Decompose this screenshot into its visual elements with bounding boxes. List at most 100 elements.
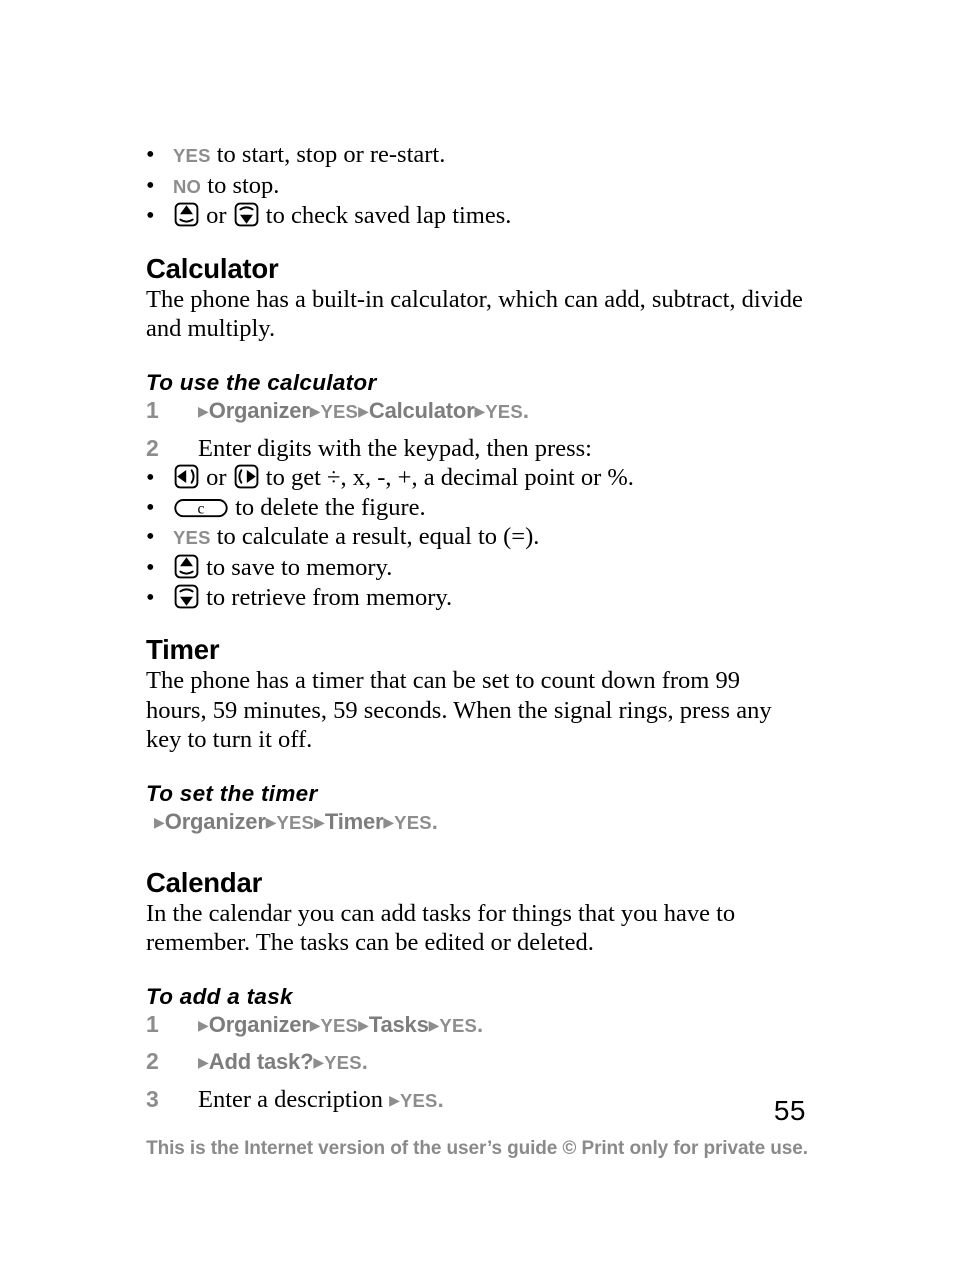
- svg-text:c: c: [198, 500, 205, 517]
- step-menu-path: ▶Organizer▶YES▶Tasks▶YES.: [198, 1010, 806, 1048]
- menu-item-add-task[interactable]: Add task?: [209, 1049, 314, 1074]
- procedure-title-use-calculator: To use the calculator: [146, 369, 377, 395]
- bullet-marker: •: [146, 583, 155, 611]
- bullet-marker: •: [146, 141, 155, 168]
- menu-item-tasks[interactable]: Tasks: [369, 1012, 429, 1037]
- key-down-icon: [234, 202, 259, 227]
- path-arrow-icon: ▶: [198, 403, 209, 420]
- path-arrow-icon: ▶: [309, 403, 321, 420]
- list-item: • c to delete the figure.: [146, 493, 806, 523]
- procedure-title-set-timer: To set the timer: [146, 780, 318, 806]
- calculator-key-bullet-list: • or to get ÷, x, -, +, a decimal point …: [146, 463, 806, 612]
- path-period: .: [361, 1049, 368, 1075]
- bullet-marker: •: [146, 171, 155, 199]
- key-down-icon: [174, 584, 199, 609]
- step-number: 2: [146, 1048, 159, 1075]
- key-label-yes[interactable]: YES: [394, 812, 432, 833]
- path-arrow-icon: ▶: [428, 1017, 440, 1034]
- menu-item-organizer[interactable]: Organizer: [209, 398, 310, 423]
- list-item: • or to get ÷, x, -, +, a decimal point …: [146, 463, 806, 493]
- bullet-marker: •: [146, 202, 155, 230]
- list-item: • YES to start, stop or re-start.: [146, 140, 806, 171]
- path-arrow-icon: ▶: [358, 1017, 369, 1034]
- key-label-yes[interactable]: YES: [320, 401, 358, 422]
- key-label-yes[interactable]: YES: [439, 1015, 477, 1036]
- key-label-yes[interactable]: YES: [320, 1015, 358, 1036]
- bullet-description: to start, stop or re-start.: [210, 141, 446, 168]
- path-arrow-icon: ▶: [198, 1017, 209, 1034]
- procedure-steps-use-calculator: 1 ▶Organizer▶YES▶Calculator▶YES. 2 Enter…: [146, 396, 806, 463]
- section-title-timer: Timer: [146, 634, 220, 666]
- bullet-description: to delete the figure.: [229, 493, 426, 521]
- step-number: 2: [146, 434, 159, 461]
- list-item: • NO to stop.: [146, 171, 806, 202]
- procedure-steps-set-timer: ▶Organizer▶YES▶Timer▶YES.: [146, 807, 806, 845]
- bullet-text: c to delete the figure.: [173, 493, 806, 523]
- bullet-description: to retrieve from memory.: [200, 583, 453, 611]
- key-label-yes: YES: [173, 145, 211, 166]
- step-text: Enter digits with the keypad, then press…: [198, 434, 592, 462]
- page-number: 55: [773, 1095, 806, 1126]
- key-label-yes[interactable]: YES: [324, 1052, 362, 1073]
- page-content: • YES to start, stop or re-start. • NO t…: [146, 140, 806, 1118]
- step-row: ▶Organizer▶YES▶Timer▶YES.: [146, 807, 806, 845]
- menu-item-calculator[interactable]: Calculator: [369, 398, 475, 423]
- bullet-text: to retrieve from memory.: [173, 583, 806, 613]
- path-period: .: [522, 397, 529, 423]
- bullet-text: or to check saved lap times.: [173, 201, 806, 231]
- path-period: .: [437, 1086, 444, 1112]
- key-up-icon: [174, 202, 199, 227]
- path-arrow-icon: ▶: [154, 814, 165, 831]
- list-item: • or to check saved lap times.: [146, 201, 806, 231]
- bullet-description: to calculate a result, equal to (=).: [210, 523, 540, 551]
- step-menu-path: Enter a description ▶YES.: [198, 1085, 806, 1119]
- path-arrow-icon: ▶: [198, 1055, 209, 1072]
- menu-item-organizer[interactable]: Organizer: [165, 809, 266, 834]
- section-body-calendar: In the calendar you can add tasks for th…: [146, 899, 736, 957]
- step-row: 1 ▶Organizer▶YES▶Calculator▶YES.: [146, 396, 806, 434]
- bullet-description: to stop.: [201, 171, 280, 199]
- stopwatch-bullet-list: • YES to start, stop or re-start. • NO t…: [146, 140, 806, 231]
- menu-item-organizer[interactable]: Organizer: [209, 1012, 310, 1037]
- section-title-calculator: Calculator: [146, 252, 279, 284]
- path-arrow-icon: ▶: [383, 814, 395, 831]
- step-text: Enter a description: [198, 1085, 390, 1113]
- key-right-icon: [234, 464, 259, 489]
- list-item: • to retrieve from memory.: [146, 583, 806, 613]
- step-row: 2 ▶Add task?▶YES.: [146, 1047, 806, 1085]
- bullet-description: to check saved lap times.: [259, 202, 512, 230]
- bullet-description: to save to memory.: [200, 553, 393, 581]
- step-number: 3: [146, 1085, 159, 1112]
- bullet-text: NO to stop.: [173, 171, 806, 202]
- section-body-calculator: The phone has a built-in calculator, whi…: [146, 285, 803, 343]
- step-row: 2 Enter digits with the keypad, then pre…: [146, 434, 806, 464]
- bullet-conjunction: or: [200, 202, 233, 230]
- procedure-steps-add-task: 1 ▶Organizer▶YES▶Tasks▶YES. 2 ▶Add task?…: [146, 1010, 806, 1119]
- path-arrow-icon: ▶: [313, 1055, 325, 1072]
- key-label-yes[interactable]: YES: [485, 401, 523, 422]
- bullet-marker: •: [146, 493, 155, 521]
- key-label-yes[interactable]: YES: [400, 1090, 438, 1111]
- section-title-calendar: Calendar: [146, 866, 263, 898]
- path-period: .: [431, 808, 438, 834]
- step-number: 1: [146, 396, 159, 423]
- bullet-marker: •: [146, 523, 155, 551]
- menu-item-timer[interactable]: Timer: [325, 809, 384, 834]
- list-item: • YES to calculate a result, equal to (=…: [146, 522, 806, 553]
- step-row: 3 Enter a description ▶YES.: [146, 1085, 806, 1119]
- path-arrow-icon: ▶: [389, 1092, 400, 1109]
- bullet-conjunction: or: [200, 464, 233, 492]
- step-row: 1 ▶Organizer▶YES▶Tasks▶YES.: [146, 1010, 806, 1048]
- key-clear-icon: c: [174, 496, 228, 520]
- bullet-marker: •: [146, 464, 155, 492]
- path-arrow-icon: ▶: [314, 814, 325, 831]
- footer-note: This is the Internet version of the user…: [146, 1138, 808, 1159]
- bullet-text: YES to start, stop or re-start.: [173, 140, 806, 171]
- bullet-marker: •: [146, 553, 155, 581]
- key-left-icon: [174, 464, 199, 489]
- step-menu-path: ▶Organizer▶YES▶Timer▶YES.: [154, 807, 806, 845]
- key-label-yes[interactable]: YES: [276, 812, 314, 833]
- list-item: • to save to memory.: [146, 553, 806, 583]
- step-menu-path: ▶Add task?▶YES.: [198, 1047, 806, 1085]
- bullet-text: to save to memory.: [173, 553, 806, 583]
